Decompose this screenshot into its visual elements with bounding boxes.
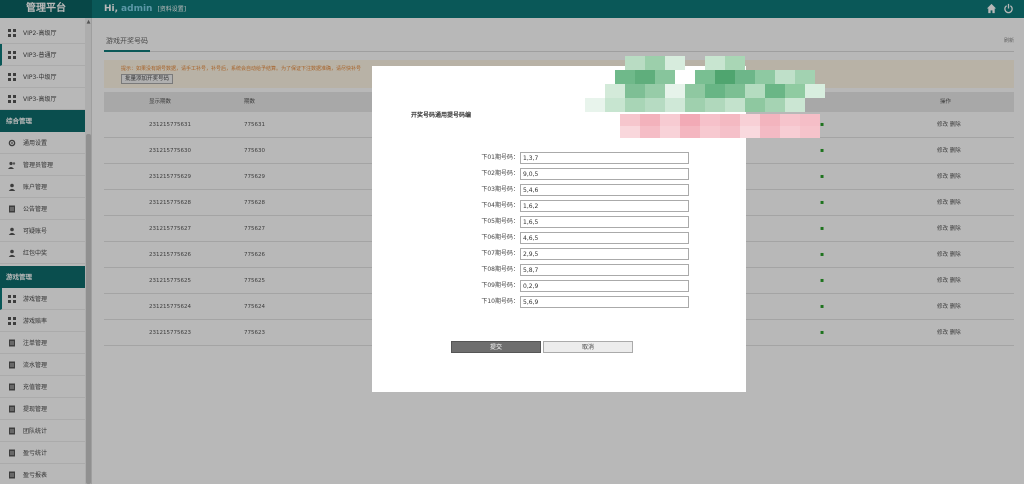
form-row: 下05期号码： (412, 216, 689, 228)
form-row: 下01期号码： (412, 152, 689, 164)
number-input-07[interactable] (520, 248, 689, 260)
redaction-mosaic (585, 56, 825, 138)
field-label: 下07期号码： (481, 250, 519, 257)
form-row: 下03期号码： (412, 184, 689, 196)
number-input-02[interactable] (520, 168, 689, 180)
number-input-01[interactable] (520, 152, 689, 164)
number-input-06[interactable] (520, 232, 689, 244)
form-row: 下08期号码： (412, 264, 689, 276)
field-label: 下06期号码： (481, 234, 519, 241)
field-label: 下03期号码： (481, 186, 519, 193)
field-label: 下05期号码： (481, 218, 519, 225)
form-row: 下07期号码： (412, 248, 689, 260)
form-row: 下04期号码： (412, 200, 689, 212)
field-label: 下02期号码： (481, 170, 519, 177)
form-row: 下09期号码： (412, 280, 689, 292)
number-input-09[interactable] (520, 280, 689, 292)
form-row: 下02期号码： (412, 168, 689, 180)
cancel-button[interactable]: 取消 (543, 341, 633, 353)
field-label: 下08期号码： (481, 266, 519, 273)
dialog-title: 开奖号码通用提号码编 (411, 112, 472, 119)
form-row: 下10期号码： (412, 296, 689, 308)
field-label: 下09期号码： (481, 282, 519, 289)
field-label: 下10期号码： (481, 298, 519, 305)
number-input-03[interactable] (520, 184, 689, 196)
number-input-05[interactable] (520, 216, 689, 228)
field-label: 下04期号码： (481, 202, 519, 209)
number-input-10[interactable] (520, 296, 689, 308)
submit-button[interactable]: 提交 (451, 341, 541, 353)
field-label: 下01期号码： (481, 154, 519, 161)
form-row: 下06期号码： (412, 232, 689, 244)
number-input-04[interactable] (520, 200, 689, 212)
number-input-08[interactable] (520, 264, 689, 276)
